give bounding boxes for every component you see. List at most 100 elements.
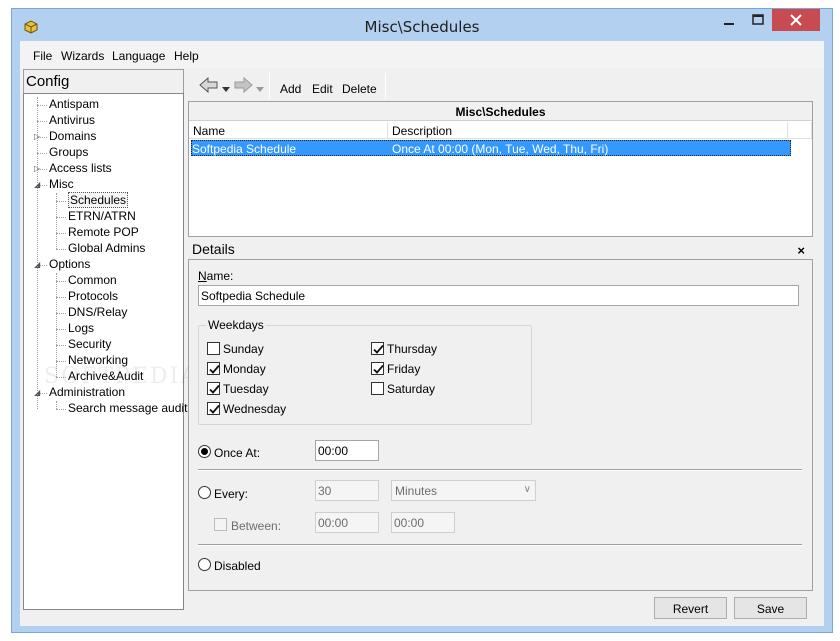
- tree-item-logs[interactable]: Logs: [68, 321, 94, 337]
- row-name-cell: Softpedia Schedule: [192, 142, 297, 156]
- weekdays-legend: Weekdays: [206, 318, 266, 332]
- weekday-checkbox-monday[interactable]: [207, 362, 220, 375]
- every-label: Every:: [214, 487, 249, 501]
- disabled-radio[interactable]: [198, 558, 211, 571]
- tree-item-administration[interactable]: Administration: [49, 385, 125, 401]
- between-from-input[interactable]: [315, 512, 379, 533]
- tree-item-search-message-audit[interactable]: Search message audit: [68, 401, 187, 417]
- tree-item-common[interactable]: Common: [68, 273, 117, 289]
- maximize-button[interactable]: [744, 9, 772, 31]
- config-tree[interactable]: SOFTPEDIA Antispam Antivirus Domains ▷ Group…: [23, 93, 196, 610]
- tree-item-label: Misc: [49, 177, 74, 191]
- weekday-label: Sunday: [223, 342, 264, 356]
- every-unit-select[interactable]: Minutes ∨: [391, 480, 536, 501]
- client-area: File Wizards Language Help Config SOFTPE…: [20, 41, 824, 626]
- tree-connector: [37, 105, 47, 106]
- once-at-radio[interactable]: [198, 445, 211, 458]
- details-panel: Name: Weekdays Once At: Every: Minutes ∨: [188, 259, 813, 591]
- toolbar-separator: [385, 73, 386, 99]
- tree-item-archive-audit[interactable]: Archive&Audit: [68, 369, 143, 385]
- minimize-button[interactable]: [714, 9, 744, 31]
- tree-item-schedules[interactable]: Schedules: [68, 192, 129, 209]
- tree-item-label: Archive&Audit: [68, 369, 144, 383]
- menu-help[interactable]: Help: [174, 49, 199, 63]
- tree-connector: [56, 313, 66, 314]
- once-at-label: Once At:: [214, 446, 261, 460]
- tree-item-protocols[interactable]: Protocols: [68, 289, 118, 305]
- tree-item-etrn-atrn[interactable]: ETRN/ATRN: [68, 209, 136, 225]
- weekday-checkbox-wednesday[interactable]: [207, 402, 220, 415]
- add-button[interactable]: Add: [280, 82, 301, 96]
- content-pane: Add Edit Delete Misc\Schedules Name Desc…: [188, 69, 813, 619]
- separator: [198, 469, 802, 471]
- edit-button[interactable]: Edit: [312, 82, 333, 96]
- tree-item-groups[interactable]: Groups: [49, 145, 88, 161]
- tree-connector: [56, 281, 66, 282]
- revert-button[interactable]: Revert: [654, 597, 727, 619]
- title-bar[interactable]: Misc\Schedules: [12, 9, 832, 41]
- tree-item-access-lists[interactable]: Access lists: [49, 161, 112, 177]
- tree-connector: [56, 409, 66, 410]
- weekday-checkbox-saturday[interactable]: [371, 382, 384, 395]
- menu-language[interactable]: Language: [112, 49, 165, 63]
- tree-item-options[interactable]: Options: [49, 257, 90, 273]
- tree-guide-line: [56, 401, 57, 409]
- schedules-list: Misc\Schedules Name Description Softpedi…: [188, 101, 813, 237]
- tree-item-label: Common: [68, 273, 117, 287]
- column-header-filler: [788, 122, 812, 139]
- tree-item-misc[interactable]: Misc: [49, 177, 74, 193]
- details-close-icon[interactable]: ×: [797, 243, 805, 258]
- weekday-label: Thursday: [387, 342, 438, 356]
- column-header-name[interactable]: Name: [189, 122, 388, 139]
- forward-icon[interactable]: [233, 76, 253, 96]
- tree-item-remote-pop[interactable]: Remote POP: [68, 225, 139, 241]
- weekday-checkbox-thursday[interactable]: [371, 342, 384, 355]
- weekday-label: Wednesday: [223, 402, 287, 416]
- tree-item-antispam[interactable]: Antispam: [49, 97, 99, 113]
- every-interval-input[interactable]: [315, 480, 379, 501]
- menu-file[interactable]: File: [33, 49, 52, 63]
- forward-dropdown-icon[interactable]: [256, 82, 264, 96]
- tree-item-label: Networking: [68, 353, 129, 367]
- column-header-description[interactable]: Description: [388, 122, 788, 139]
- tree-item-label: Search message audit: [68, 401, 188, 415]
- menu-bar: File Wizards Language Help: [20, 41, 824, 68]
- tree-item-label: Options: [49, 257, 91, 271]
- save-button[interactable]: Save: [734, 597, 807, 619]
- tree-item-antivirus[interactable]: Antivirus: [49, 113, 95, 129]
- tree-item-global-admins[interactable]: Global Admins: [68, 241, 145, 257]
- every-radio[interactable]: [198, 486, 211, 499]
- tree-item-networking[interactable]: Networking: [68, 353, 128, 369]
- tree-item-label: Groups: [49, 145, 89, 159]
- delete-button[interactable]: Delete: [342, 82, 377, 96]
- tree-connector: [56, 201, 66, 202]
- tree-item-domains[interactable]: Domains: [49, 129, 96, 145]
- tree-item-dns-relay[interactable]: DNS/Relay: [68, 305, 127, 321]
- details-header: Details: [188, 239, 813, 259]
- name-input[interactable]: [198, 285, 799, 306]
- back-icon[interactable]: [199, 76, 219, 96]
- name-label: Name:: [198, 269, 233, 283]
- tree-item-security[interactable]: Security: [68, 337, 111, 353]
- name-label-rest: ame:: [206, 269, 234, 283]
- menu-wizards[interactable]: Wizards: [61, 49, 104, 63]
- back-dropdown-icon[interactable]: [222, 82, 230, 96]
- between-checkbox[interactable]: [214, 518, 227, 531]
- tree-item-label: Administration: [49, 385, 126, 399]
- weekday-checkbox-sunday[interactable]: [207, 342, 220, 355]
- toolbar: Add Edit Delete: [188, 69, 813, 101]
- tree-connector: [37, 153, 47, 154]
- radio-dot: [201, 448, 208, 455]
- between-to-input[interactable]: [391, 512, 455, 533]
- list-title: Misc\Schedules: [189, 102, 812, 121]
- weekday-checkbox-tuesday[interactable]: [207, 382, 220, 395]
- tree-guide-line: [56, 193, 57, 249]
- tree-item-label: Protocols: [68, 289, 119, 303]
- tree-connector: [56, 249, 66, 250]
- tree-connector: [56, 297, 66, 298]
- weekday-checkbox-friday[interactable]: [371, 362, 384, 375]
- once-at-time-input[interactable]: [315, 440, 379, 461]
- close-button[interactable]: [772, 9, 820, 31]
- window-title: Misc\Schedules: [364, 18, 480, 36]
- table-row[interactable]: Softpedia Schedule Once At 00:00 (Mon, T…: [191, 140, 791, 156]
